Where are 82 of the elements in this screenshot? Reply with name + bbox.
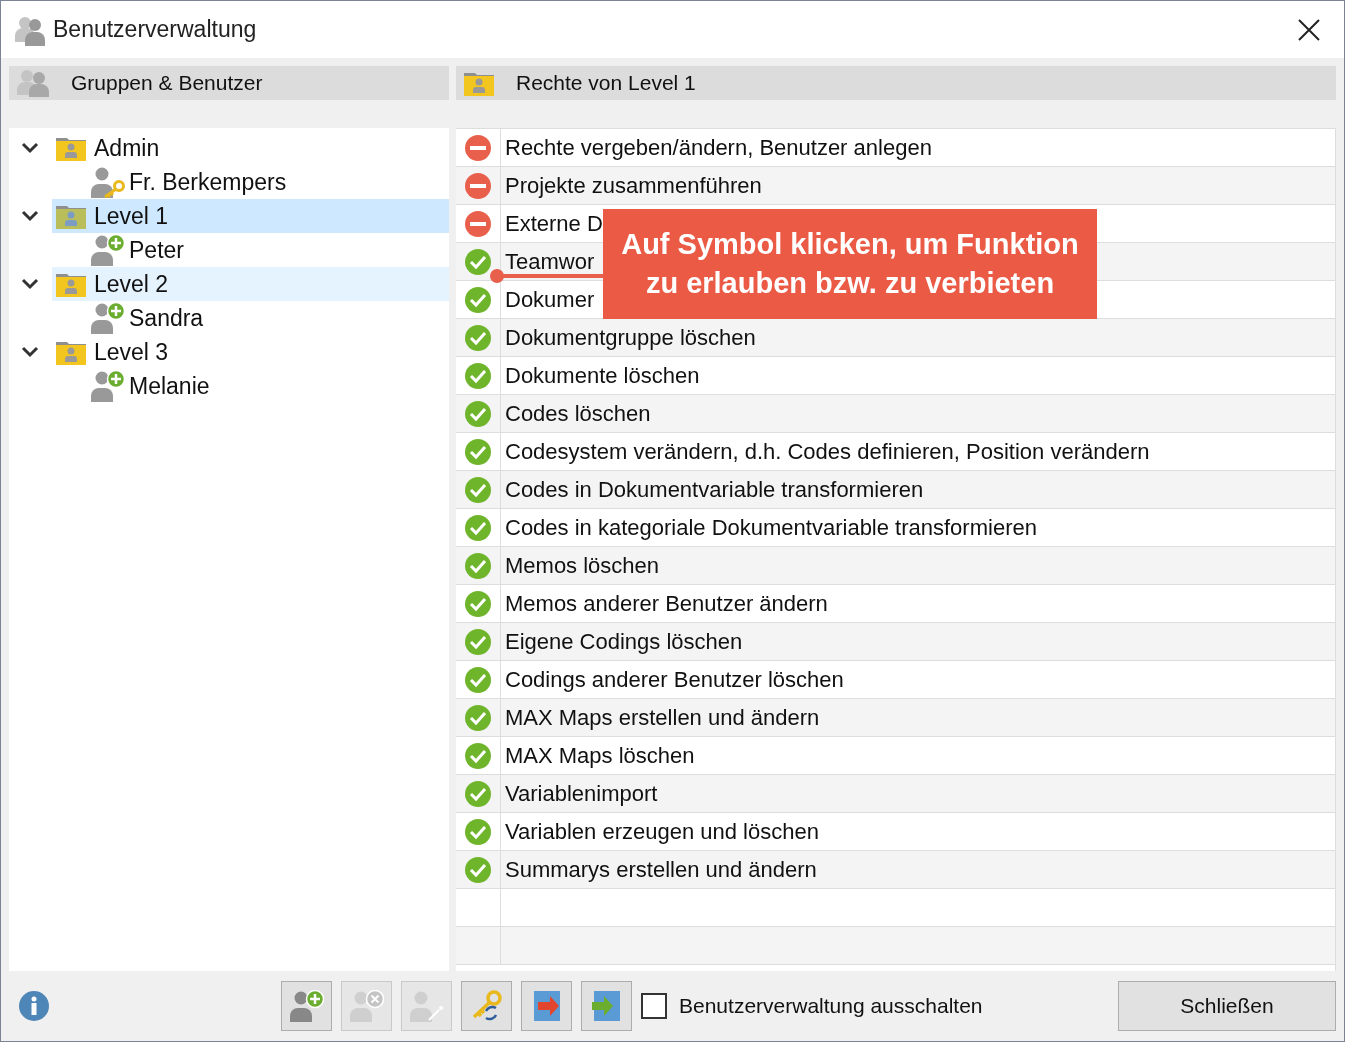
check-icon[interactable] <box>464 665 492 694</box>
check-icon[interactable] <box>464 361 492 390</box>
info-icon[interactable] <box>19 991 49 1021</box>
denied-icon[interactable] <box>464 209 492 238</box>
right-label: Dokumente löschen <box>505 362 700 389</box>
remove-user-icon <box>349 990 384 1022</box>
panel-title: Rechte von Level 1 <box>516 71 696 95</box>
user-add-icon <box>91 370 125 402</box>
right-label: Variablen erzeugen und löschen <box>505 818 819 845</box>
group-label: Level 2 <box>94 270 169 298</box>
check-icon[interactable] <box>464 399 492 428</box>
right-label: Externe D <box>505 210 603 237</box>
add-user-icon <box>289 990 324 1022</box>
right-label: Variablenimport <box>505 780 658 807</box>
group-label: Level 1 <box>94 202 169 230</box>
folder-icon <box>56 339 86 365</box>
folder-icon <box>56 135 86 161</box>
close-icon[interactable] <box>1298 18 1320 41</box>
check-icon[interactable] <box>464 741 492 770</box>
right-label: Rechte vergeben/ändern, Benutzer anlegen <box>505 134 932 161</box>
check-icon[interactable] <box>464 513 492 542</box>
checkbox[interactable] <box>641 993 667 1019</box>
import-button[interactable] <box>581 981 632 1031</box>
right-label: Eigene Codings löschen <box>505 628 743 655</box>
tree-item[interactable]: Level 2 <box>52 267 449 301</box>
check-icon[interactable] <box>464 475 492 504</box>
chevron-down-icon[interactable] <box>21 346 39 358</box>
chevron-down-icon[interactable] <box>21 142 39 154</box>
user-add-icon <box>91 234 125 266</box>
check-icon[interactable] <box>464 817 492 846</box>
user-label[interactable]: Fr. Berkempers <box>129 168 287 196</box>
check-icon[interactable] <box>464 437 492 466</box>
checkbox-label[interactable]: Benutzerverwaltung ausschalten <box>679 994 983 1018</box>
export-button[interactable] <box>521 981 572 1031</box>
denied-icon[interactable] <box>464 133 492 162</box>
user-label[interactable]: Sandra <box>129 304 204 332</box>
group-label: Level 3 <box>94 338 169 366</box>
check-icon[interactable] <box>464 855 492 884</box>
users-icon <box>17 69 49 97</box>
right-label: Codings anderer Benutzer löschen <box>505 666 844 693</box>
check-icon[interactable] <box>464 779 492 808</box>
right-label: Codes in kategoriale Dokumentvariable transformieren <box>505 514 1037 541</box>
user-key-icon <box>91 166 125 198</box>
right-label: MAX Maps löschen <box>505 742 695 769</box>
right-label: Dokumer <box>505 286 595 313</box>
tree-item[interactable]: Admin <box>52 131 449 165</box>
right-label: Codesystem verändern, d.h. Codes definieren, Position verändern <box>505 438 1150 465</box>
check-icon[interactable] <box>464 627 492 656</box>
folder-icon <box>56 271 86 297</box>
user-label[interactable]: Peter <box>129 236 184 264</box>
check-icon[interactable] <box>464 703 492 732</box>
right-label: Memos anderer Benutzer ändern <box>505 590 828 617</box>
right-label: Projekte zusammenführen <box>505 172 762 199</box>
right-label: Codes in Dokumentvariable transformieren <box>505 476 924 503</box>
right-label: Teamwor <box>505 248 595 275</box>
add-user-button[interactable] <box>281 981 332 1031</box>
tree-item[interactable]: Level 3 <box>52 335 449 369</box>
denied-icon[interactable] <box>464 171 492 200</box>
callout: Auf Symbol klicken, um Funktion zu erlauben bzw. zu verbieten <box>603 209 1097 319</box>
user-label[interactable]: Melanie <box>129 372 210 400</box>
check-icon[interactable] <box>464 323 492 352</box>
group-label: Admin <box>94 134 160 162</box>
check-icon[interactable] <box>464 551 492 580</box>
folder-icon <box>56 203 86 229</box>
right-label: Codes löschen <box>505 400 651 427</box>
chevron-down-icon[interactable] <box>21 278 39 290</box>
close-button[interactable]: Schließen <box>1118 981 1336 1031</box>
window-title: Benutzerverwaltung <box>53 16 258 43</box>
user-add-icon <box>91 302 125 334</box>
right-label: Summarys erstellen und ändern <box>505 856 817 883</box>
right-label: Memos löschen <box>505 552 660 579</box>
check-icon[interactable] <box>464 247 492 276</box>
right-label: Dokumentgruppe löschen <box>505 324 756 351</box>
tree-item[interactable]: Level 1 <box>52 199 449 233</box>
key-button[interactable] <box>461 981 512 1031</box>
panel-title: Gruppen & Benutzer <box>71 71 263 95</box>
check-icon[interactable] <box>464 589 492 618</box>
folder-icon <box>464 70 494 96</box>
check-icon[interactable] <box>464 285 492 314</box>
chevron-down-icon[interactable] <box>21 210 39 222</box>
edit-user-icon <box>409 990 444 1022</box>
right-label: MAX Maps erstellen und ändern <box>505 704 820 731</box>
